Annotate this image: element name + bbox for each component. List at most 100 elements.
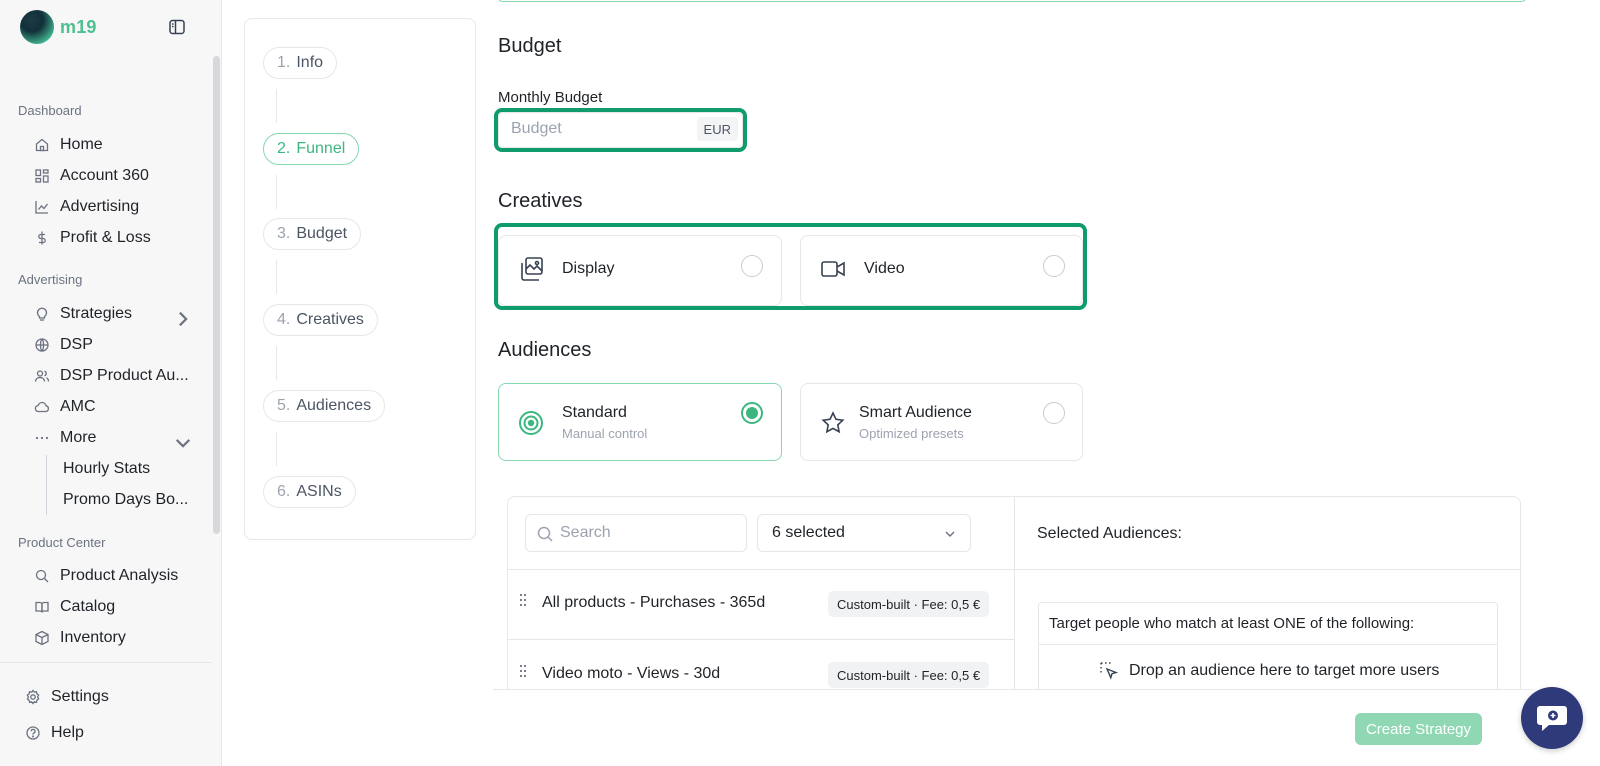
sidebar-item-advertising[interactable]: Advertising bbox=[34, 196, 139, 218]
chat-widget-button[interactable] bbox=[1521, 687, 1583, 749]
sidebar-item-help[interactable]: Help bbox=[25, 722, 84, 744]
sidebar-item-label: Catalog bbox=[60, 598, 116, 615]
dollar-icon bbox=[38, 231, 46, 245]
logo-mark bbox=[20, 10, 54, 44]
video-camera-icon bbox=[821, 261, 845, 277]
audience-row[interactable]: All products - Purchases - 365d Custom-b… bbox=[508, 570, 1015, 640]
audience-filter-select[interactable]: 6 selected bbox=[757, 514, 971, 552]
target-rule: Target people who match at least ONE of … bbox=[1049, 615, 1415, 632]
sidebar-item-label: AMC bbox=[60, 398, 96, 415]
step-connector bbox=[276, 432, 277, 466]
step-label: Audiences bbox=[296, 397, 372, 414]
standard-title: Standard bbox=[562, 404, 627, 421]
sidebar-item-settings[interactable]: Settings bbox=[25, 686, 109, 708]
audience-search-input[interactable] bbox=[560, 524, 740, 542]
more-horizontal-icon bbox=[35, 436, 49, 440]
create-strategy-button[interactable]: Create Strategy bbox=[1355, 713, 1482, 745]
creative-option-display[interactable]: Display bbox=[498, 235, 782, 306]
sidebar-item-strategies[interactable]: Strategies bbox=[34, 303, 132, 325]
step-number: 3. bbox=[277, 225, 291, 242]
users-icon bbox=[34, 370, 50, 382]
chevron-right-icon[interactable] bbox=[172, 308, 194, 330]
book-icon bbox=[35, 601, 49, 613]
monthly-budget-field[interactable]: EUR bbox=[498, 112, 743, 148]
smart-radio[interactable] bbox=[1043, 402, 1065, 424]
audience-option-smart[interactable]: Smart Audience Optimized presets bbox=[800, 383, 1083, 461]
budget-input[interactable] bbox=[511, 120, 681, 138]
sidebar-item-dsp[interactable]: DSP bbox=[34, 334, 93, 356]
sidebar-subitem-promo-days[interactable]: Promo Days Bo... bbox=[63, 491, 188, 509]
standard-radio[interactable] bbox=[741, 402, 763, 424]
sidebar-item-account360[interactable]: Account 360 bbox=[34, 165, 149, 187]
audience-fee-badge: Custom-built · Fee: 0,5 € bbox=[828, 662, 990, 688]
audience-name: Video moto - Views - 30d bbox=[542, 665, 721, 682]
audience-name: All products - Purchases - 365d bbox=[542, 594, 766, 611]
search-icon bbox=[35, 569, 49, 583]
creatives-heading: Creatives bbox=[498, 190, 583, 212]
target-icon bbox=[519, 411, 543, 435]
audience-row[interactable]: Video moto - Views - 30d Custom-built · … bbox=[508, 641, 1015, 690]
step-budget[interactable]: 3. Budget bbox=[263, 218, 362, 250]
step-funnel[interactable]: 2. Funnel bbox=[263, 133, 360, 165]
sidebar-item-home[interactable]: Home bbox=[34, 134, 103, 156]
sidebar-subitem-hourly-stats[interactable]: Hourly Stats bbox=[63, 460, 150, 478]
images-icon bbox=[521, 257, 543, 281]
box-icon bbox=[35, 630, 49, 646]
creative-display-title: Display bbox=[562, 260, 615, 277]
step-audiences[interactable]: 5. Audiences bbox=[263, 390, 386, 422]
budget-heading: Budget bbox=[498, 35, 562, 57]
creative-video-radio[interactable] bbox=[1043, 255, 1065, 277]
sidebar-item-label: Product Analysis bbox=[60, 567, 179, 584]
chevron-down-icon[interactable] bbox=[172, 432, 194, 454]
sidebar-item-product-analysis[interactable]: Product Analysis bbox=[34, 565, 178, 587]
sidebar-item-dsp-product-audiences[interactable]: DSP Product Au... bbox=[34, 365, 189, 387]
step-label: ASINs bbox=[296, 483, 342, 500]
audience-fee-badge: Custom-built · Fee: 0,5 € bbox=[828, 591, 990, 617]
sidebar-item-label: Inventory bbox=[60, 629, 126, 646]
drag-handle-icon[interactable] bbox=[518, 592, 528, 608]
creative-option-video[interactable]: Video bbox=[800, 235, 1083, 306]
cloud-icon bbox=[34, 401, 49, 413]
sidebar-toggle-icon[interactable] bbox=[168, 18, 186, 36]
drag-pointer-icon bbox=[1100, 662, 1119, 680]
chat-icon bbox=[1537, 706, 1567, 731]
sidebar-divider bbox=[0, 662, 212, 663]
step-connector bbox=[276, 175, 277, 209]
audiences-heading: Audiences bbox=[498, 339, 592, 361]
selected-audiences-title: Selected Audiences: bbox=[1037, 525, 1182, 542]
step-creatives[interactable]: 4. Creatives bbox=[263, 304, 378, 336]
step-asins[interactable]: 6. ASINs bbox=[263, 476, 356, 508]
drop-zone-divider bbox=[1039, 644, 1497, 645]
help-icon bbox=[26, 726, 40, 740]
logo-text: m19 bbox=[60, 16, 97, 37]
drag-handle-icon[interactable] bbox=[518, 663, 528, 679]
step-number: 4. bbox=[277, 311, 291, 328]
sidebar-scrollbar[interactable] bbox=[213, 56, 220, 534]
footer-divider bbox=[493, 689, 1533, 690]
step-info[interactable]: 1. Info bbox=[263, 47, 338, 79]
sidebar-item-inventory[interactable]: Inventory bbox=[34, 627, 126, 649]
sidebar-item-more[interactable]: More bbox=[34, 427, 96, 449]
step-label: Funnel bbox=[296, 140, 346, 157]
step-number: 6. bbox=[277, 483, 291, 500]
sidebar-item-label: DSP bbox=[60, 336, 93, 353]
home-icon bbox=[35, 138, 49, 152]
creative-video-title: Video bbox=[864, 260, 905, 277]
drop-hint: Drop an audience here to target more use… bbox=[1099, 661, 1439, 681]
audience-drop-zone[interactable]: Target people who match at least ONE of … bbox=[1038, 602, 1498, 690]
step-number: 5. bbox=[277, 397, 291, 414]
globe-icon bbox=[35, 338, 49, 352]
lightbulb-icon bbox=[36, 307, 48, 321]
logo[interactable]: m19 bbox=[20, 10, 97, 44]
sidebar-item-label: Profit & Loss bbox=[60, 229, 151, 246]
step-number: 1. bbox=[277, 54, 291, 71]
step-connector bbox=[276, 260, 277, 294]
audience-search[interactable] bbox=[525, 514, 747, 552]
sidebar-item-amc[interactable]: AMC bbox=[34, 396, 96, 418]
sidebar-item-catalog[interactable]: Catalog bbox=[34, 596, 115, 618]
smart-title: Smart Audience bbox=[859, 404, 972, 421]
audience-option-standard[interactable]: Standard Manual control bbox=[498, 383, 782, 461]
sidebar-item-profit-loss[interactable]: Profit & Loss bbox=[34, 227, 151, 249]
creative-display-radio[interactable] bbox=[741, 255, 763, 277]
chevron-down-icon bbox=[945, 531, 955, 537]
